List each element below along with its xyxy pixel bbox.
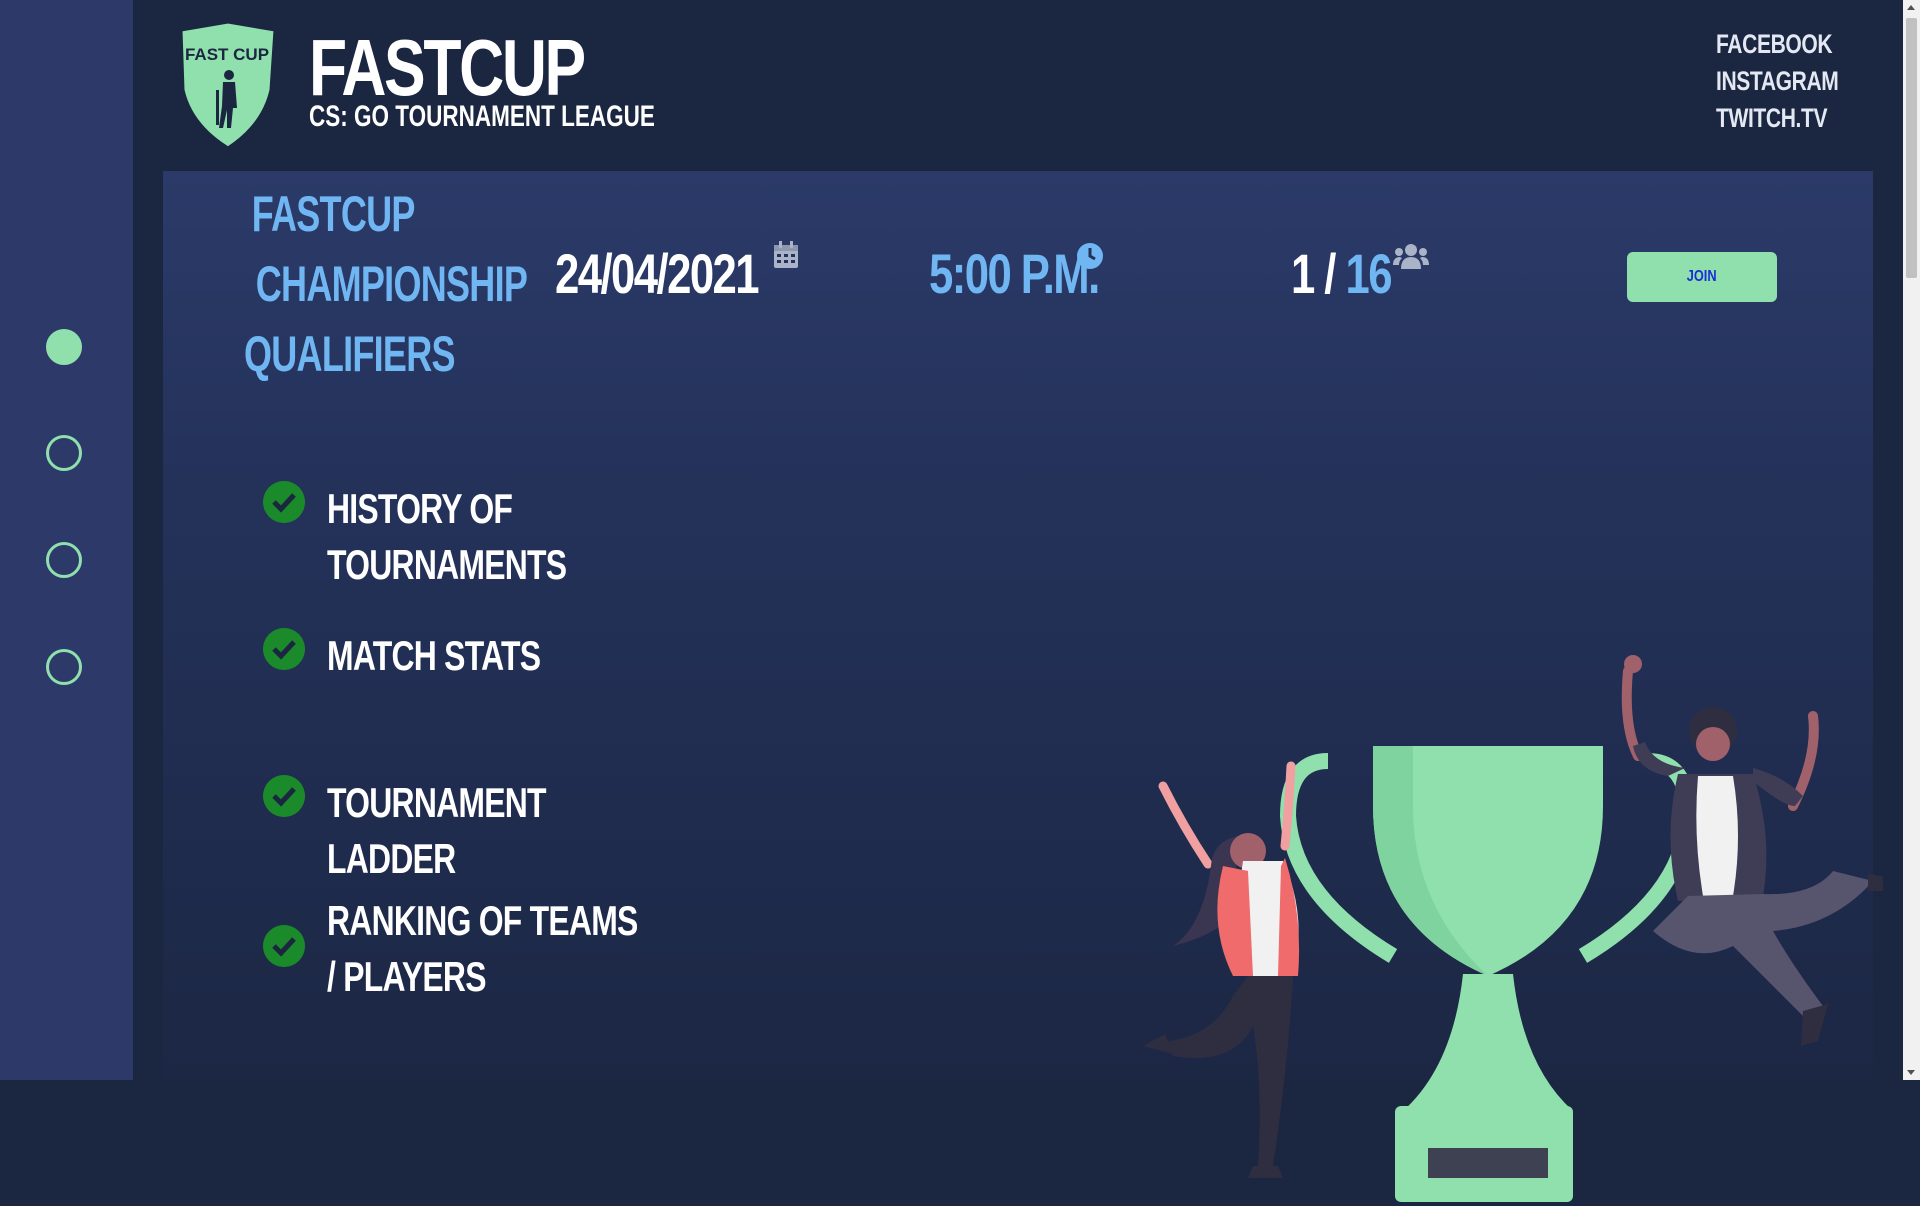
- scroll-up-icon[interactable]: [1907, 5, 1915, 10]
- nav-dot-4[interactable]: [46, 649, 82, 685]
- clock-icon: [1077, 243, 1103, 269]
- feature-label: TOURNAMENT LADDER: [327, 779, 547, 882]
- tournament-name-line: FASTCUP: [251, 186, 416, 242]
- date-text: 24/04/2021: [555, 242, 760, 305]
- scroll-down-icon[interactable]: [1907, 1070, 1915, 1075]
- brand: FASTCUP CS: GO TOURNAMENT LEAGUE: [309, 23, 770, 133]
- celebrating-woman-illustration: [1143, 761, 1300, 1178]
- site-subtitle: CS: GO TOURNAMENT LEAGUE: [309, 100, 655, 133]
- feature-item: MATCH STATS: [263, 628, 747, 684]
- social-links: FACEBOOK INSTAGRAM TWITCH.TV: [1716, 26, 1873, 137]
- trophy-illustration: [1143, 655, 1883, 1202]
- time-text: 5:00 P.M.: [929, 242, 1100, 305]
- main-panel: FASTCUP CHAMPIONSHIP QUALIFIERS 24/04/20…: [163, 171, 1883, 1202]
- feature-item: HISTORY OF TOURNAMENTS: [263, 481, 747, 593]
- site-title: FASTCUP: [309, 23, 586, 112]
- header: FAST CUP FASTCUP CS: GO TOURNAMENT LEAGU…: [133, 0, 1903, 171]
- tournament-name-line: QUALIFIERS: [243, 326, 456, 382]
- scrollbar-thumb[interactable]: [1906, 18, 1917, 278]
- trophy-icon: [1279, 746, 1697, 1202]
- slots-current: 1 /: [1291, 242, 1336, 305]
- scrollbar[interactable]: [1903, 0, 1920, 1080]
- users-icon: [1393, 244, 1429, 269]
- facebook-link[interactable]: FACEBOOK: [1716, 26, 1838, 63]
- fastcup-logo[interactable]: FAST CUP: [173, 20, 283, 150]
- side-nav: [0, 0, 133, 1080]
- instagram-link[interactable]: INSTAGRAM: [1716, 63, 1839, 100]
- nav-dot-3[interactable]: [46, 542, 82, 578]
- twitch-link[interactable]: TWITCH.TV: [1716, 100, 1838, 137]
- calendar-icon: [774, 241, 798, 268]
- feature-label: HISTORY OF TOURNAMENTS: [327, 485, 567, 588]
- feature-item: TOURNAMENT LADDER: [263, 775, 747, 887]
- check-icon: [263, 925, 305, 967]
- check-icon: [263, 481, 305, 523]
- nav-dot-1[interactable]: [46, 329, 82, 365]
- tournament-time: 5:00 P.M.: [929, 241, 1147, 306]
- feature-label: RANKING OF TEAMS / PLAYERS: [327, 897, 638, 1000]
- slots-max: 16: [1345, 242, 1392, 305]
- check-icon: [263, 775, 305, 817]
- feature-item: RANKING OF TEAMS / PLAYERS: [263, 893, 747, 1005]
- join-button[interactable]: JOIN: [1627, 252, 1777, 302]
- feature-label: MATCH STATS: [327, 632, 541, 679]
- nav-dot-2[interactable]: [46, 435, 82, 471]
- tournament-name: FASTCUP CHAMPIONSHIP QUALIFIERS: [203, 179, 528, 389]
- check-icon: [263, 628, 305, 670]
- celebrating-man-illustration: [1621, 655, 1883, 1046]
- svg-text:FAST CUP: FAST CUP: [185, 45, 269, 64]
- tournament-name-line: CHAMPIONSHIP: [255, 256, 528, 312]
